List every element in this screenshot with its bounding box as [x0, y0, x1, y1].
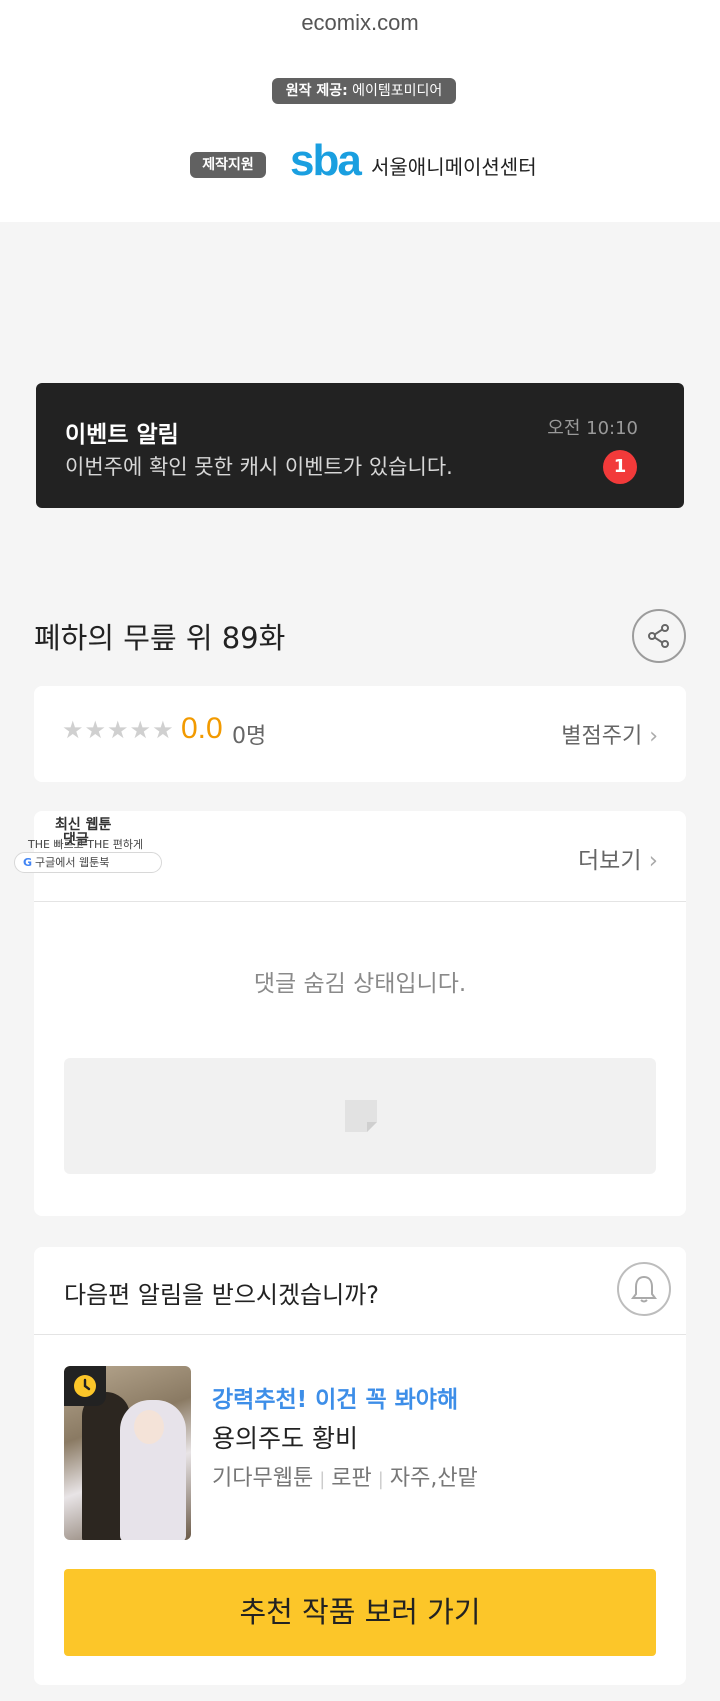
rating-score: 0.0 — [181, 712, 223, 745]
share-button[interactable] — [632, 609, 686, 663]
ad-pill-text: 구글에서 웹툰북 — [35, 856, 110, 869]
sba-center-name: 서울애니메이션센터 — [371, 155, 537, 179]
rating-card: ★★★★★ 0.0 0명 별점주기 › — [34, 686, 686, 782]
rating-stars: ★★★★★ — [62, 716, 175, 744]
event-notification[interactable]: 이벤트 알림 이번주에 확인 못한 캐시 이벤트가 있습니다. 오전 10:10… — [36, 383, 684, 508]
ad-search-pill[interactable]: G 구글에서 웹툰북 — [14, 852, 162, 873]
comments-more-button[interactable]: 더보기 › — [578, 841, 658, 875]
original-provider-label: 원작 제공: — [285, 83, 348, 99]
next-episode-question: 다음편 알림을 받으시겠습니까? — [64, 1281, 380, 1309]
next-episode-card: 다음편 알림을 받으시겠습니까? 강력추천! 이건 꼭 봐야해 용의주도 황비 … — [34, 1247, 686, 1685]
rate-button[interactable]: 별점주기 › — [561, 718, 658, 750]
rate-button-label: 별점주기 — [561, 724, 643, 749]
original-provider-name: 에이템포미디어 — [352, 83, 443, 99]
original-provider-badge: 원작 제공: 에이템포미디어 — [272, 78, 456, 104]
recommended-meta: 기다무웹툰 | 로판 | 자주,산맡 — [212, 1460, 478, 1492]
notification-body: 이번주에 확인 못한 캐시 이벤트가 있습니다. — [65, 455, 453, 479]
meta-genre: 로판 — [331, 1466, 372, 1491]
notification-time: 오전 10:10 — [547, 418, 638, 439]
rating-count: 0명 — [232, 724, 267, 749]
thumbnail-figure — [134, 1410, 164, 1444]
clock-icon — [74, 1375, 96, 1397]
view-recommendation-button[interactable]: 추천 작품 보러 가기 — [64, 1569, 656, 1656]
next-episode-header: 다음편 알림을 받으시겠습니까? — [34, 1247, 686, 1335]
notification-count-badge: 1 — [603, 450, 637, 484]
ad-subline: THE 빠르고 THE 편하게 — [28, 838, 144, 851]
episode-title: 폐하의 무릎 위 89화 — [34, 621, 286, 655]
bell-icon — [631, 1275, 657, 1303]
meta-author: 자주,산맡 — [389, 1466, 478, 1491]
google-icon: G — [23, 856, 33, 869]
wait-free-badge — [64, 1366, 106, 1406]
chevron-right-icon: › — [649, 724, 658, 749]
ad-line1: 최신 웹툰 — [55, 817, 112, 833]
top-banner: ecomix.com 원작 제공: 에이템포미디어 제작지원 sba 서울애니메… — [0, 0, 720, 222]
meta-divider: | — [377, 1469, 384, 1490]
site-domain: ecomix.com — [301, 10, 419, 35]
note-icon — [345, 1100, 377, 1132]
share-icon — [648, 624, 669, 648]
meta-divider: | — [319, 1469, 326, 1490]
notify-bell-button[interactable] — [617, 1262, 671, 1316]
comments-hidden-message: 댓글 숨김 상태입니다. — [253, 971, 467, 997]
meta-category: 기다무웹툰 — [212, 1466, 314, 1491]
comments-more-label: 더보기 — [578, 848, 642, 874]
recommend-tagline: 강력추천! 이건 꼭 봐야해 — [212, 1387, 459, 1413]
production-support-badge: 제작지원 — [190, 152, 266, 178]
chevron-right-icon: › — [648, 848, 658, 874]
notification-title: 이벤트 알림 — [65, 422, 179, 448]
recommended-title[interactable]: 용의주도 황비 — [212, 1419, 358, 1455]
comment-input-box[interactable] — [64, 1058, 656, 1174]
recommended-thumbnail[interactable] — [64, 1366, 191, 1540]
sba-logo: sba — [290, 136, 362, 185]
